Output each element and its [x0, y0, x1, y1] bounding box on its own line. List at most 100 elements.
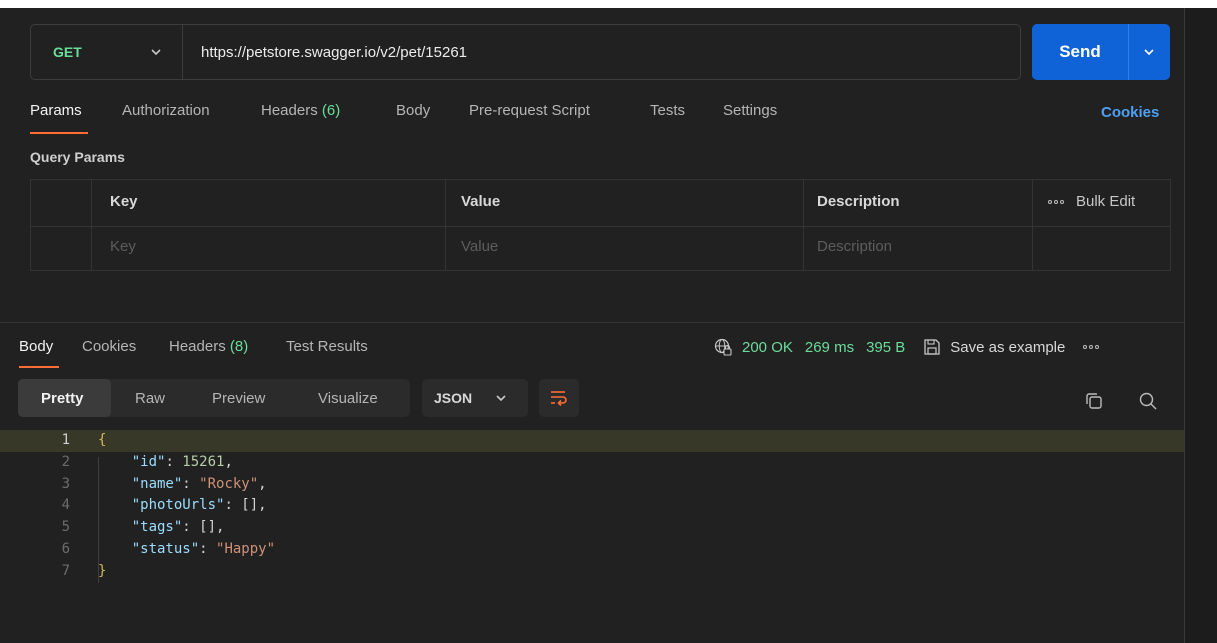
tab-label: Authorization — [122, 102, 210, 119]
search-icon[interactable] — [1138, 391, 1158, 411]
line-number: 7 — [61, 562, 70, 579]
col-divider — [803, 180, 804, 270]
code-line: 6 "status": "Happy" — [0, 539, 1184, 561]
copy-icon[interactable] — [1084, 391, 1104, 411]
save-icon[interactable] — [923, 338, 941, 356]
tab-body[interactable]: Body — [396, 102, 430, 119]
top-edge-strip — [0, 0, 1217, 8]
code-line: 7 } — [0, 561, 1184, 583]
tab-pre-request-script[interactable]: Pre-request Script — [469, 102, 590, 119]
json-key: "status" — [131, 540, 200, 557]
view-pretty[interactable]: Pretty — [41, 379, 84, 417]
tab-label: Test Results — [286, 338, 368, 355]
pane-divider[interactable] — [0, 322, 1184, 323]
col-divider — [1032, 180, 1033, 270]
response-tab-headers[interactable]: Headers (8) — [169, 338, 248, 355]
active-tab-underline — [30, 132, 88, 134]
format-select[interactable]: JSON — [422, 379, 528, 417]
tab-label: Headers — [169, 338, 226, 355]
bulk-edit-label: Bulk Edit — [1076, 193, 1136, 210]
scrollbar-track[interactable] — [1185, 8, 1217, 643]
response-meta: 200 OK 269 ms 395 B Save as example — [714, 336, 1100, 358]
column-header-value: Value — [461, 193, 501, 210]
value-input[interactable]: Value — [461, 238, 498, 255]
view-raw[interactable]: Raw — [135, 379, 165, 417]
query-params-table: Key Value Description Bulk Edit Key Valu… — [30, 179, 1171, 271]
bulk-edit-button[interactable]: Bulk Edit — [1048, 193, 1135, 210]
postman-app: GET https://petstore.swagger.io/v2/pet/1… — [0, 8, 1217, 643]
json-key: "tags" — [131, 519, 183, 536]
line-number: 1 — [61, 432, 70, 448]
line-number: 6 — [61, 540, 70, 557]
key-input[interactable]: Key — [110, 238, 136, 255]
line-number: 3 — [61, 475, 70, 492]
code-line: 5 "tags": [], — [0, 517, 1184, 539]
json-key: "id" — [131, 453, 166, 470]
response-size[interactable]: 395 B — [866, 339, 905, 356]
tab-count: (6) — [321, 102, 341, 119]
indent-guide — [98, 457, 99, 583]
tab-label: Pre-request Script — [469, 102, 590, 119]
json-value: "Rocky" — [199, 475, 259, 492]
line-number: 4 — [61, 497, 70, 514]
chevron-down-icon[interactable] — [1142, 45, 1156, 59]
code-line: 1 { — [0, 430, 1184, 452]
col-divider — [445, 180, 446, 270]
tab-label: Params — [30, 102, 82, 119]
url-input[interactable]: https://petstore.swagger.io/v2/pet/15261 — [201, 25, 467, 79]
code-line: 3 "name": "Rocky", — [0, 474, 1184, 496]
method-selector[interactable]: GET — [31, 25, 183, 79]
response-tab-body[interactable]: Body — [19, 338, 53, 355]
json-value: "Happy" — [216, 540, 276, 557]
tab-tests[interactable]: Tests — [650, 102, 685, 119]
tab-label: Body — [19, 338, 54, 355]
description-input[interactable]: Description — [817, 238, 892, 255]
cookies-link[interactable]: Cookies — [1101, 104, 1159, 121]
open-brace: { — [98, 432, 107, 448]
response-time[interactable]: 269 ms — [805, 339, 854, 356]
close-brace: } — [98, 562, 107, 579]
response-tab-cookies[interactable]: Cookies — [82, 338, 136, 355]
code-line: 2 "id": 15261, — [0, 452, 1184, 474]
url-bar: GET https://petstore.swagger.io/v2/pet/1… — [30, 24, 1021, 80]
send-divider — [1128, 24, 1129, 80]
status-code[interactable]: 200 OK — [742, 339, 793, 356]
wrap-icon — [551, 391, 567, 407]
json-value: [] — [199, 519, 217, 536]
tab-label: Body — [396, 102, 431, 119]
query-params-title: Query Params — [30, 149, 125, 165]
line-number: 2 — [61, 453, 70, 470]
tab-headers[interactable]: Headers (6) — [261, 102, 340, 119]
col-divider — [91, 180, 92, 270]
line-number: 5 — [61, 519, 70, 536]
tab-label: Settings — [723, 102, 778, 119]
tab-settings[interactable]: Settings — [723, 102, 777, 119]
view-preview[interactable]: Preview — [212, 379, 265, 417]
view-visualize[interactable]: Visualize — [318, 379, 378, 417]
json-key: "name" — [131, 475, 183, 492]
response-body-editor[interactable]: 1 { 2 "id": 15261, 3 "name": "Rocky", 4 … — [0, 430, 1184, 583]
chevron-down-icon — [496, 395, 506, 402]
wrap-lines-button[interactable] — [539, 379, 579, 417]
tab-authorization[interactable]: Authorization — [122, 102, 210, 119]
more-icon — [1048, 199, 1064, 204]
column-header-description: Description — [817, 193, 900, 210]
send-button[interactable]: Send — [1032, 24, 1128, 80]
save-as-example-button[interactable]: Save as example — [950, 339, 1065, 356]
code-line: 4 "photoUrls": [], — [0, 495, 1184, 517]
json-value: 15261 — [182, 453, 225, 470]
json-key: "photoUrls" — [131, 497, 225, 514]
chevron-down-icon — [151, 49, 161, 56]
tab-count: (8) — [229, 338, 249, 355]
column-header-key: Key — [110, 193, 138, 210]
send-button-group: Send — [1032, 24, 1170, 80]
tab-label: Headers — [261, 102, 318, 119]
tab-params[interactable]: Params — [30, 102, 82, 119]
method-label: GET — [53, 44, 82, 60]
response-tab-test-results[interactable]: Test Results — [286, 338, 368, 355]
format-label: JSON — [434, 390, 473, 406]
row-divider — [31, 226, 1170, 227]
tab-label: Cookies — [82, 338, 137, 355]
globe-lock-icon[interactable] — [714, 338, 732, 356]
more-icon[interactable] — [1083, 345, 1100, 349]
